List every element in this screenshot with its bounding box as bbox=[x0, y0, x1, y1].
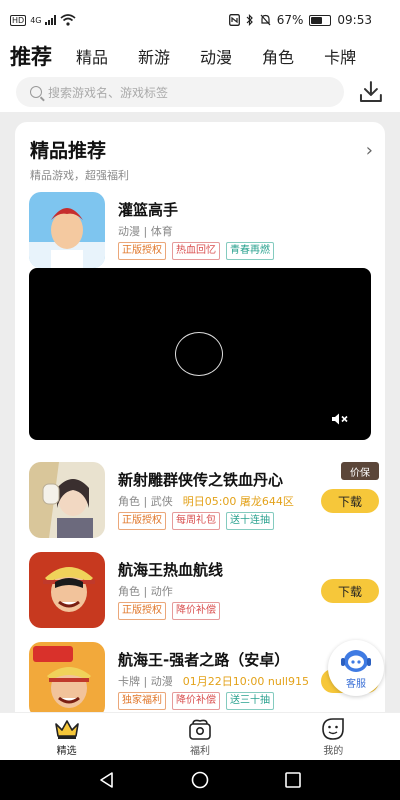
game-tag: 送三十抽 bbox=[226, 692, 274, 710]
customer-service-button[interactable]: 客服 bbox=[328, 640, 384, 696]
network-indicators: HD 4G bbox=[10, 14, 77, 26]
customer-service-label: 客服 bbox=[346, 679, 366, 690]
nav-label: 精选 bbox=[56, 745, 77, 757]
search-input[interactable]: 搜索游戏名、游戏标签 bbox=[16, 77, 345, 107]
video-player[interactable] bbox=[29, 268, 371, 440]
game-icon bbox=[29, 552, 105, 628]
game-tag: 正版授权 bbox=[118, 242, 166, 260]
tab-label: 动漫 bbox=[200, 48, 233, 67]
cell-signal-icon bbox=[45, 15, 57, 25]
nav-featured[interactable]: 精选 bbox=[27, 717, 107, 757]
tab-label: 卡牌 bbox=[324, 48, 357, 67]
tab-label: 推荐 bbox=[10, 45, 52, 69]
nav-profile[interactable]: 我的 bbox=[293, 717, 373, 757]
crown-icon bbox=[54, 719, 79, 739]
game-item[interactable]: 灌篮高手 动漫 | 体育 正版授权 热血回忆 青春再燃 bbox=[29, 192, 379, 272]
game-tag: 独家福利 bbox=[118, 692, 166, 710]
mute-bell-icon bbox=[260, 14, 271, 26]
bottom-nav: 精选 福利 我的 bbox=[0, 712, 400, 760]
wifi-icon bbox=[60, 14, 77, 26]
tab-premium[interactable]: 精品 bbox=[76, 44, 108, 68]
game-tag: 每周礼包 bbox=[172, 512, 220, 530]
tab-anime[interactable]: 动漫 bbox=[200, 44, 232, 68]
game-meta: 角色 | 武侠 明日05:00 屠龙644区 bbox=[118, 493, 294, 509]
game-genre: 动漫 | 体育 bbox=[118, 225, 173, 238]
game-item[interactable]: 航海王-强者之路（安卓） 卡牌 | 动漫 01月22日10:00 null915 … bbox=[29, 642, 379, 722]
game-tags: 正版授权 每周礼包 送十连抽 bbox=[118, 512, 274, 530]
headset-robot-icon bbox=[341, 650, 371, 672]
tab-label: 角色 bbox=[262, 48, 295, 67]
server-open-time: 明日05:00 屠龙644区 bbox=[182, 495, 294, 508]
game-tag: 青春再燃 bbox=[226, 242, 274, 260]
game-tag: 送十连抽 bbox=[226, 512, 274, 530]
status-bar: HD 4G 67% 09:53 bbox=[0, 0, 400, 40]
battery-percent: 67% bbox=[276, 13, 304, 27]
game-tag: 正版授权 bbox=[118, 512, 166, 530]
tab-recommend[interactable]: 推荐 bbox=[10, 41, 52, 71]
game-tags: 独家福利 降价补偿 送三十抽 bbox=[118, 692, 274, 710]
game-tag: 热血回忆 bbox=[172, 242, 220, 260]
section-title: 精品推荐 bbox=[30, 140, 107, 162]
download-manager-icon[interactable] bbox=[358, 79, 384, 105]
download-button[interactable]: 下载 bbox=[321, 579, 379, 603]
game-tags: 正版授权 热血回忆 青春再燃 bbox=[118, 242, 274, 260]
nav-label: 福利 bbox=[189, 745, 210, 757]
search-row: 搜索游戏名、游戏标签 bbox=[0, 72, 400, 112]
server-open-time: 01月22日10:00 null915 bbox=[182, 675, 309, 688]
category-tabs: 推荐 精品 新游 动漫 角色 卡牌 bbox=[0, 40, 400, 72]
game-icon bbox=[29, 642, 105, 718]
section-header: 精品推荐 精品游戏，超强福利 bbox=[30, 136, 129, 183]
gift-box-icon bbox=[189, 719, 211, 740]
smile-face-icon bbox=[322, 717, 345, 740]
price-protect-badge: 价保 bbox=[341, 462, 379, 480]
recents-icon[interactable] bbox=[284, 771, 302, 789]
game-meta: 卡牌 | 动漫 01月22日10:00 null915 bbox=[118, 673, 309, 689]
section-subtitle: 精品游戏，超强福利 bbox=[30, 169, 129, 182]
game-icon bbox=[29, 462, 105, 538]
game-genre: 卡牌 | 动漫 bbox=[118, 675, 173, 688]
game-item[interactable]: 新射雕群侠传之铁血丹心 角色 | 武侠 明日05:00 屠龙644区 正版授权 每… bbox=[29, 462, 379, 542]
mute-icon[interactable] bbox=[331, 412, 349, 426]
system-nav-bar bbox=[0, 760, 400, 800]
download-button[interactable]: 下载 bbox=[321, 489, 379, 513]
tab-label: 新游 bbox=[138, 48, 171, 67]
tab-card[interactable]: 卡牌 bbox=[324, 44, 356, 68]
clock: 09:53 bbox=[337, 13, 372, 27]
back-icon[interactable] bbox=[98, 771, 116, 789]
game-item[interactable]: 航海王热血航线 角色 | 动作 正版授权 降价补偿 下载 bbox=[29, 552, 379, 632]
nfc-icon bbox=[228, 14, 240, 26]
loading-spinner bbox=[175, 332, 223, 376]
featured-card: 精品推荐 精品游戏，超强福利 › 灌篮高手 动漫 | 体育 正版授权 热血回忆 … bbox=[15, 122, 385, 722]
network-type: 4G bbox=[30, 15, 42, 25]
game-icon bbox=[29, 192, 105, 268]
home-icon[interactable] bbox=[191, 771, 209, 789]
game-name: 新射雕群侠传之铁血丹心 bbox=[118, 471, 284, 489]
hd-badge: HD bbox=[10, 14, 27, 26]
game-meta: 动漫 | 体育 bbox=[118, 223, 173, 239]
search-icon bbox=[30, 86, 42, 98]
tab-label: 精品 bbox=[76, 48, 109, 67]
tab-new-games[interactable]: 新游 bbox=[138, 44, 170, 68]
nav-label: 我的 bbox=[323, 745, 344, 757]
game-tag: 降价补偿 bbox=[172, 692, 220, 710]
chevron-right-icon[interactable]: › bbox=[366, 140, 373, 161]
game-genre: 角色 | 动作 bbox=[118, 585, 173, 598]
game-name: 灌篮高手 bbox=[118, 201, 179, 219]
game-name: 航海王-强者之路（安卓） bbox=[118, 651, 290, 669]
game-meta: 角色 | 动作 bbox=[118, 583, 173, 599]
game-name: 航海王热血航线 bbox=[118, 561, 224, 579]
game-tag: 降价补偿 bbox=[172, 602, 220, 620]
search-placeholder: 搜索游戏名、游戏标签 bbox=[48, 85, 169, 100]
status-right: 67% 09:53 bbox=[228, 13, 372, 27]
battery-icon bbox=[309, 14, 332, 26]
game-genre: 角色 | 武侠 bbox=[118, 495, 173, 508]
tab-rpg[interactable]: 角色 bbox=[262, 44, 294, 68]
game-tags: 正版授权 降价补偿 bbox=[118, 602, 220, 620]
game-tag: 正版授权 bbox=[118, 602, 166, 620]
bluetooth-icon bbox=[246, 14, 253, 26]
nav-welfare[interactable]: 福利 bbox=[160, 717, 240, 757]
